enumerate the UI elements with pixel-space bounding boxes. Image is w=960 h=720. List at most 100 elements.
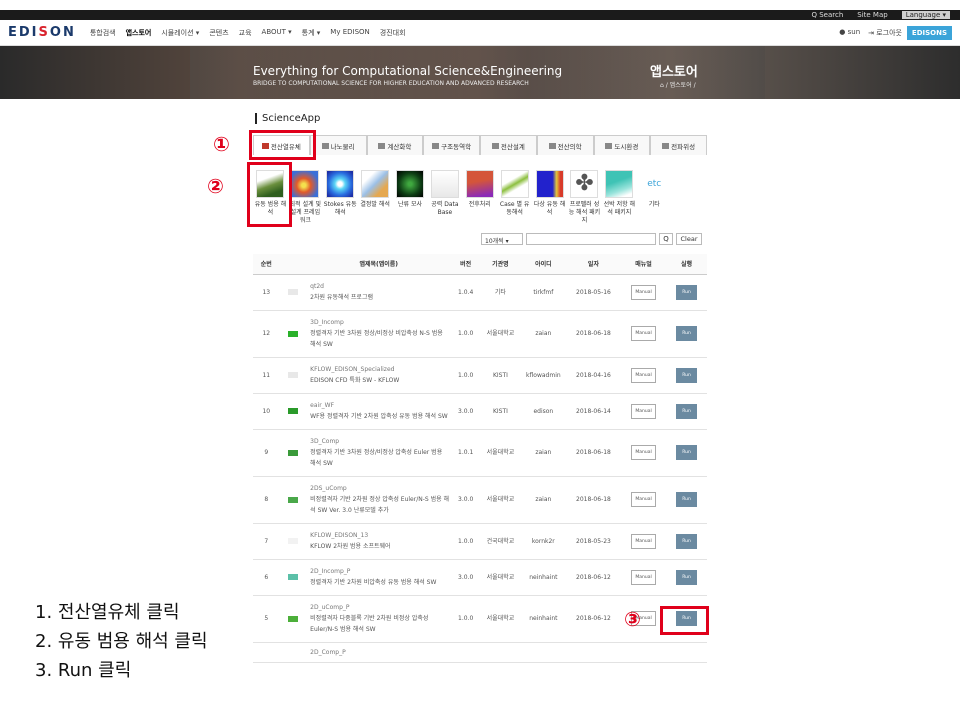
- app-category-optimal-design[interactable]: 최적 설계 및 설계 프레임워크: [288, 168, 323, 234]
- tab-structural-dynamics[interactable]: 구조동역학: [423, 135, 480, 155]
- table-row[interactable]: 10 eair_WF WF용 정렬격자 기반 2차원 압축성 유동 범용 해석 SW…: [253, 393, 707, 430]
- app-name[interactable]: KFLOW_EDISON_13: [310, 530, 449, 541]
- manual-button[interactable]: Manual: [631, 533, 656, 549]
- app-name[interactable]: 3D_Incomp: [310, 317, 449, 328]
- table-row[interactable]: 9 3D_Comp 정렬격자 기반 3차원 정상/비정상 압축성 Euler 범용 …: [253, 429, 707, 477]
- run-button[interactable]: Run: [676, 445, 697, 460]
- search-input[interactable]: [526, 233, 656, 245]
- app-category-case-flow[interactable]: Case 별 유동해석: [497, 168, 532, 234]
- row-run-cell: [666, 642, 707, 663]
- row-title[interactable]: 3D_Incomp 정렬격자 기반 3차원 정상/비정상 비압축성 N-S 범용 …: [306, 310, 452, 358]
- row-manual-cell: Manual: [621, 476, 667, 524]
- app-category-pre-post-processing[interactable]: 전후처리: [462, 168, 497, 234]
- app-category-stokes-flow[interactable]: Stokes 유동 해석: [323, 168, 358, 234]
- row-title[interactable]: 2DS_uComp 비정렬격자 기반 2차원 정상 압축성 Euler/N-S 범…: [306, 476, 452, 524]
- row-icon-cell: [279, 523, 307, 560]
- menu-item-search[interactable]: 통합검색: [90, 28, 116, 38]
- menu-item-education[interactable]: 교육: [239, 28, 252, 38]
- run-button[interactable]: Run: [676, 569, 697, 585]
- table-row[interactable]: 8 2DS_uComp 비정렬격자 기반 2차원 정상 압축성 Euler/N-S …: [253, 476, 707, 524]
- row-title[interactable]: KFLOW_EDISON_Specialized EDISON CFD 특화 SW…: [306, 357, 452, 394]
- row-title[interactable]: 2D_Incomp_P 정렬격자 기반 2차원 비압축성 유동 범용 해석 SW: [306, 559, 452, 596]
- tab-urban-environment[interactable]: 도시환경: [593, 135, 651, 155]
- row-title[interactable]: qt2d 2차원 유동해석 프로그램: [306, 274, 452, 311]
- manual-button[interactable]: Manual: [631, 445, 656, 460]
- app-name[interactable]: 3D_Comp: [310, 436, 449, 447]
- tab-computational-chemistry[interactable]: 계산화학: [366, 135, 424, 155]
- app-name[interactable]: 2D_Incomp_P: [310, 566, 449, 577]
- menu-item-about[interactable]: ABOUT ▾: [262, 28, 292, 38]
- row-title[interactable]: eair_WF WF용 정렬격자 기반 2차원 압축성 유동 범용 해석 SW: [306, 393, 452, 430]
- manual-button[interactable]: Manual: [631, 284, 656, 300]
- tab-nano-physics[interactable]: 나노물리: [309, 135, 367, 155]
- edisons-button[interactable]: EDISONS: [906, 26, 952, 40]
- app-category-ship-resistance[interactable]: 선박 저항 해석 패키지: [602, 168, 637, 234]
- app-category-etc[interactable]: etc 기타: [637, 168, 672, 234]
- run-button[interactable]: Run: [676, 367, 697, 383]
- row-title[interactable]: 2D_Comp_P: [306, 642, 452, 663]
- user-name[interactable]: ● sun: [839, 28, 860, 38]
- row-manual-cell: Manual: [621, 429, 667, 477]
- app-name[interactable]: 2D_uComp_P: [310, 602, 449, 613]
- col-run: 실행: [666, 254, 707, 275]
- tab-computational-design[interactable]: 전산설계: [480, 135, 537, 155]
- table-row[interactable]: 13 qt2d 2차원 유동해석 프로그램 1.0.4 기타 tirkfmf 2018-05…: [253, 274, 707, 311]
- table-row[interactable]: 12 3D_Incomp 정렬격자 기반 3차원 정상/비정상 비압축성 N-S 범…: [253, 310, 707, 358]
- run-button[interactable]: Run: [676, 326, 697, 341]
- app-label: 최적 설계 및 설계 프레임워크: [289, 201, 322, 224]
- clear-button[interactable]: Clear: [676, 233, 702, 245]
- app-category-crystal-growth[interactable]: 결정발 해석: [358, 168, 393, 234]
- app-description: 비정렬격자 다중블록 기반 2차원 비정상 압축성 Euler/N-S 범용 해…: [310, 615, 429, 633]
- menu-item-simulation[interactable]: 시뮬레이션 ▾: [161, 28, 199, 38]
- manual-button[interactable]: Manual: [631, 569, 656, 585]
- row-version: 1.0.1: [451, 429, 480, 477]
- row-title[interactable]: 3D_Comp 정렬격자 기반 3차원 정상/비정상 압축성 Euler 범용 해…: [306, 429, 452, 477]
- manual-button[interactable]: Manual: [631, 492, 656, 507]
- instruction-step-1: 1. 전산열유체 클릭: [35, 602, 180, 623]
- row-title[interactable]: KFLOW_EDISON_13 KFLOW 2차원 범용 소프트웨어: [306, 523, 452, 560]
- menu-item-contest[interactable]: 경진대회: [380, 28, 406, 38]
- logout-link[interactable]: ⇥ 로그아웃: [868, 28, 902, 38]
- menu-item-stats[interactable]: 통계 ▾: [302, 28, 321, 38]
- table-row[interactable]: 2D_Comp_P: [253, 642, 707, 663]
- table-row[interactable]: 11 KFLOW_EDISON_Specialized EDISON CFD 특화 …: [253, 357, 707, 394]
- app-category-propeller[interactable]: ✤ 프로펠러 성능 해석 패키지: [567, 168, 602, 234]
- run-button[interactable]: Run: [676, 284, 697, 300]
- app-name[interactable]: 2DS_uComp: [310, 483, 449, 494]
- manual-button[interactable]: Manual: [631, 326, 656, 341]
- menu-item-my-edison[interactable]: My EDISON: [330, 28, 369, 38]
- sitemap-link[interactable]: Site Map: [857, 11, 887, 19]
- search-icon[interactable]: Q: [659, 233, 673, 245]
- top-strip: Q Search Site Map Language ▾: [0, 0, 960, 20]
- run-button[interactable]: Run: [676, 533, 697, 549]
- app-thumbnail: [500, 170, 529, 198]
- tab-computational-medicine[interactable]: 전산의학: [536, 135, 594, 155]
- manual-button[interactable]: Manual: [631, 367, 656, 383]
- menu-item-content[interactable]: 콘텐츠: [209, 28, 228, 38]
- app-name[interactable]: 2D_Comp_P: [310, 647, 449, 658]
- category-icon: [662, 142, 670, 149]
- run-button[interactable]: Run: [676, 492, 697, 507]
- app-name[interactable]: KFLOW_EDISON_Specialized: [310, 364, 449, 375]
- app-label: 프로펠러 성능 해석 패키지: [568, 201, 601, 224]
- row-version: 1.0.0: [451, 310, 480, 358]
- row-title[interactable]: 2D_uComp_P 비정렬격자 다중블록 기반 2차원 비정상 압축성 Eule…: [306, 595, 452, 643]
- app-name[interactable]: qt2d: [310, 281, 449, 292]
- app-category-turbulence[interactable]: 난류 모사: [393, 168, 428, 234]
- row-run-cell: Run: [666, 274, 707, 311]
- app-category-multiphase-flow[interactable]: 다상 유동 해석: [532, 168, 567, 234]
- app-name[interactable]: eair_WF: [310, 400, 449, 411]
- table-row[interactable]: 7 KFLOW_EDISON_13 KFLOW 2차원 범용 소프트웨어 1.0.0 건…: [253, 523, 707, 560]
- menu-item-appstore[interactable]: 앱스토어: [126, 28, 152, 38]
- page-size-select[interactable]: 10개씩 ▾: [481, 233, 523, 245]
- app-category-aero-database[interactable]: 공력 Data Base: [427, 168, 462, 234]
- language-select[interactable]: Language ▾: [901, 11, 950, 19]
- table-row[interactable]: 6 2D_Incomp_P 정렬격자 기반 2차원 비압축성 유동 범용 해석 SW…: [253, 559, 707, 596]
- breadcrumb[interactable]: ⌂ / 앱스토어 /: [660, 80, 696, 89]
- row-number: 8: [253, 476, 280, 524]
- search-link[interactable]: Q Search: [811, 11, 843, 19]
- tab-radio-satellite[interactable]: 전파위성: [650, 135, 707, 155]
- manual-button[interactable]: Manual: [631, 403, 656, 419]
- run-button[interactable]: Run: [676, 403, 697, 419]
- edison-logo[interactable]: EDISON: [8, 25, 76, 40]
